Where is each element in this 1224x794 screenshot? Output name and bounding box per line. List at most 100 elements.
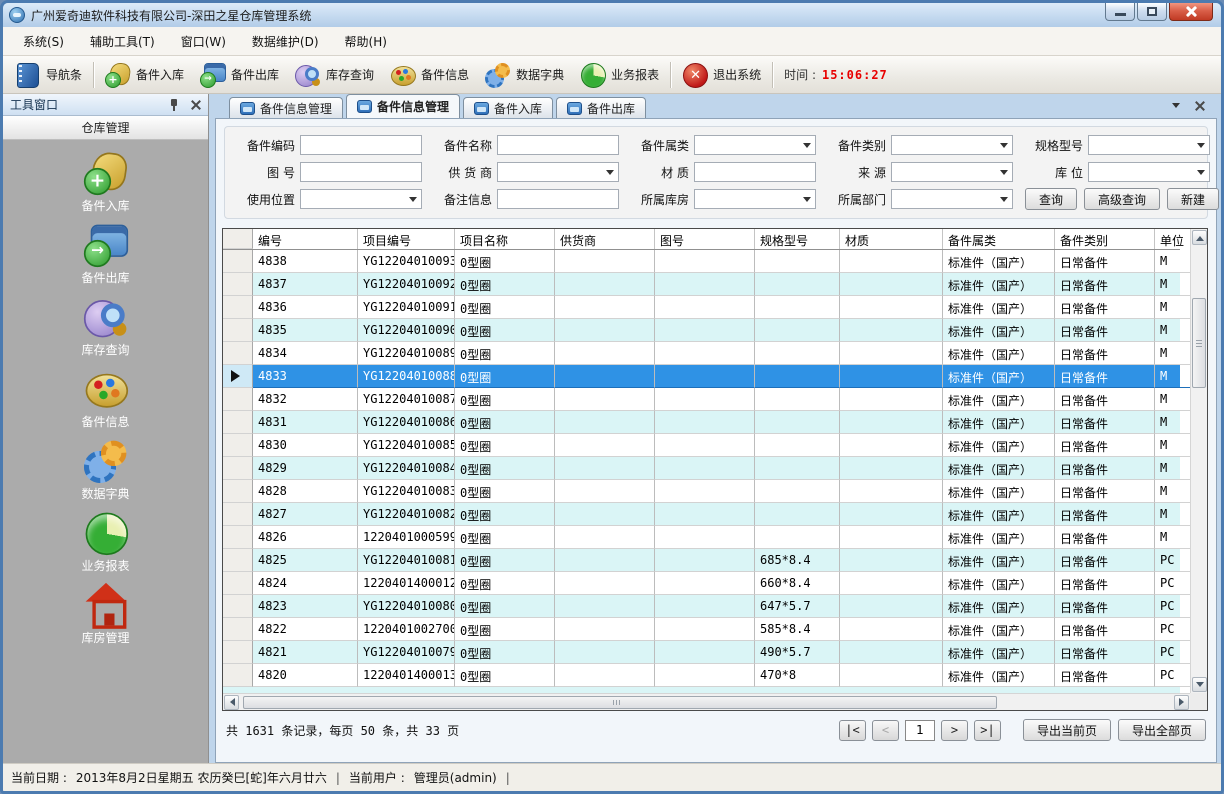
table-row[interactable]: 482012204014000130型圈470*8标准件（国产）日常备件PC (223, 664, 1180, 687)
column-header[interactable]: 材质 (840, 229, 943, 249)
horizontal-scrollbar[interactable] (223, 693, 1190, 710)
prev-page-button[interactable]: < (872, 720, 899, 741)
material-input[interactable] (694, 162, 816, 182)
row-selector[interactable] (223, 273, 253, 296)
toolbar-button-navigator[interactable]: 导航条 (7, 60, 90, 90)
table-row[interactable]: 482212204010027000型圈585*8.4标准件（国产）日常备件PC (223, 618, 1180, 641)
tab-close-icon[interactable] (1194, 100, 1205, 111)
column-header[interactable]: 项目名称 (455, 229, 555, 249)
row-selector[interactable] (223, 641, 253, 664)
column-header[interactable]: 供货商 (555, 229, 655, 249)
sidebar-item-business-report[interactable]: 业务报表 (76, 510, 136, 574)
query-button[interactable]: 查询 (1025, 188, 1077, 210)
pin-icon[interactable] (169, 98, 180, 112)
table-row[interactable]: 4833YG122040100880型圈标准件（国产）日常备件M (223, 365, 1180, 388)
table-row[interactable]: 4838YG122040100930型圈标准件（国产）日常备件M (223, 250, 1180, 273)
tab-list-dropdown-icon[interactable] (1172, 103, 1180, 112)
row-selector[interactable] (223, 319, 253, 342)
sidebar-item-warehouse[interactable]: 库房管理 (76, 582, 136, 646)
table-row[interactable]: 4825YG122040100810型圈685*8.4标准件（国产）日常备件PC (223, 549, 1180, 572)
column-header[interactable]: 项目编号 (358, 229, 455, 249)
close-button[interactable] (1169, 3, 1213, 21)
scroll-up-button[interactable] (1192, 230, 1207, 245)
drawing-no-input[interactable] (300, 162, 422, 182)
column-header[interactable]: 编号 (253, 229, 358, 249)
menu-item-4[interactable]: 数据维护(D) (242, 28, 329, 55)
minimize-button[interactable] (1105, 3, 1135, 21)
new-button[interactable]: 新建 (1167, 188, 1219, 210)
table-row[interactable]: 4823YG122040100800型圈647*5.7标准件（国产）日常备件PC (223, 595, 1180, 618)
table-row[interactable]: 4827YG122040100820型圈标准件（国产）日常备件M (223, 503, 1180, 526)
toolbar-button-parts-inbound[interactable]: 备件入库 (97, 60, 192, 90)
tab-3[interactable]: 备件入库 (463, 97, 553, 118)
menu-item-2[interactable]: 辅助工具(T) (80, 28, 165, 55)
toolbar-button-parts-outbound[interactable]: 备件出库 (192, 60, 287, 90)
row-selector[interactable] (223, 388, 253, 411)
table-row[interactable]: 4821YG122040100790型圈490*5.7标准件（国产）日常备件PC (223, 641, 1180, 664)
sidebar-item-parts-inbound[interactable]: 备件入库 (76, 150, 136, 214)
row-selector[interactable] (223, 411, 253, 434)
sidebar-item-parts-info[interactable]: 备件信息 (76, 366, 136, 430)
table-row[interactable]: 482412204014000120型圈660*8.4标准件（国产）日常备件PC (223, 572, 1180, 595)
remark-input[interactable] (497, 189, 619, 209)
horizontal-scroll-thumb[interactable] (243, 696, 997, 709)
sidebar-close-icon[interactable] (190, 99, 201, 110)
source-select[interactable] (891, 162, 1013, 182)
row-selector[interactable] (223, 250, 253, 273)
sidebar-item-data-dictionary[interactable]: 数据字典 (76, 438, 136, 502)
column-header[interactable]: 规格型号 (755, 229, 840, 249)
row-selector[interactable] (223, 342, 253, 365)
scroll-right-button[interactable] (1174, 695, 1189, 710)
department-select[interactable] (891, 189, 1013, 209)
row-selector[interactable] (223, 526, 253, 549)
part-category-select[interactable] (694, 135, 816, 155)
part-name-input[interactable] (497, 135, 619, 155)
row-selector[interactable] (223, 480, 253, 503)
part-class-select[interactable] (891, 135, 1013, 155)
sidebar-item-inventory-search[interactable]: 库存查询 (76, 294, 136, 358)
table-row[interactable]: 4836YG122040100910型圈标准件（国产）日常备件M (223, 296, 1180, 319)
menu-item-3[interactable]: 窗口(W) (171, 28, 236, 55)
column-header[interactable]: 单位 (1155, 229, 1195, 249)
table-row[interactable]: 4831YG122040100860型圈标准件（国产）日常备件M (223, 411, 1180, 434)
table-row[interactable]: 4832YG122040100870型圈标准件（国产）日常备件M (223, 388, 1180, 411)
row-selector[interactable] (223, 572, 253, 595)
export-all-pages-button[interactable]: 导出全部页 (1118, 719, 1206, 741)
sidebar-group-header[interactable]: 仓库管理 (3, 116, 208, 140)
toolbar-button-exit[interactable]: 退出系统 (674, 60, 769, 90)
scroll-left-button[interactable] (224, 695, 239, 710)
row-selector[interactable] (223, 365, 253, 388)
table-row[interactable]: 4828YG122040100830型圈标准件（国产）日常备件M (223, 480, 1180, 503)
menu-item-1[interactable]: 系统(S) (13, 28, 74, 55)
toolbar-button-data-dictionary[interactable]: 数据字典 (477, 60, 572, 90)
column-header[interactable]: 图号 (655, 229, 755, 249)
column-header[interactable]: 备件类别 (1055, 229, 1155, 249)
tab-1[interactable]: 备件信息管理 (229, 97, 343, 118)
vertical-scrollbar[interactable] (1190, 229, 1207, 693)
next-page-button[interactable]: > (941, 720, 968, 741)
column-header[interactable]: 备件属类 (943, 229, 1055, 249)
supplier-select[interactable] (497, 162, 619, 182)
row-selector[interactable] (223, 595, 253, 618)
table-row[interactable]: 4829YG122040100840型圈标准件（国产）日常备件M (223, 457, 1180, 480)
vertical-scroll-thumb[interactable] (1192, 298, 1206, 388)
sidebar-item-parts-outbound[interactable]: 备件出库 (76, 222, 136, 286)
row-selector[interactable] (223, 664, 253, 687)
row-selector[interactable] (223, 549, 253, 572)
row-selector[interactable] (223, 618, 253, 641)
usage-position-select[interactable] (300, 189, 422, 209)
part-code-input[interactable] (300, 135, 422, 155)
table-row[interactable]: 4834YG122040100890型圈标准件（国产）日常备件M (223, 342, 1180, 365)
export-current-page-button[interactable]: 导出当前页 (1023, 719, 1111, 741)
table-row[interactable]: 4830YG122040100850型圈标准件（国产）日常备件M (223, 434, 1180, 457)
tab-4[interactable]: 备件出库 (556, 97, 646, 118)
toolbar-button-parts-info[interactable]: 备件信息 (382, 60, 477, 90)
toolbar-button-inventory-search[interactable]: 库存查询 (287, 60, 382, 90)
row-selector[interactable] (223, 296, 253, 319)
table-row[interactable]: 482612204010005990型圈标准件（国产）日常备件M (223, 526, 1180, 549)
page-number-input[interactable] (905, 720, 935, 741)
storage-slot-select[interactable] (1088, 162, 1210, 182)
warehouse-select[interactable] (694, 189, 816, 209)
menu-item-5[interactable]: 帮助(H) (335, 28, 397, 55)
advanced-query-button[interactable]: 高级查询 (1084, 188, 1160, 210)
